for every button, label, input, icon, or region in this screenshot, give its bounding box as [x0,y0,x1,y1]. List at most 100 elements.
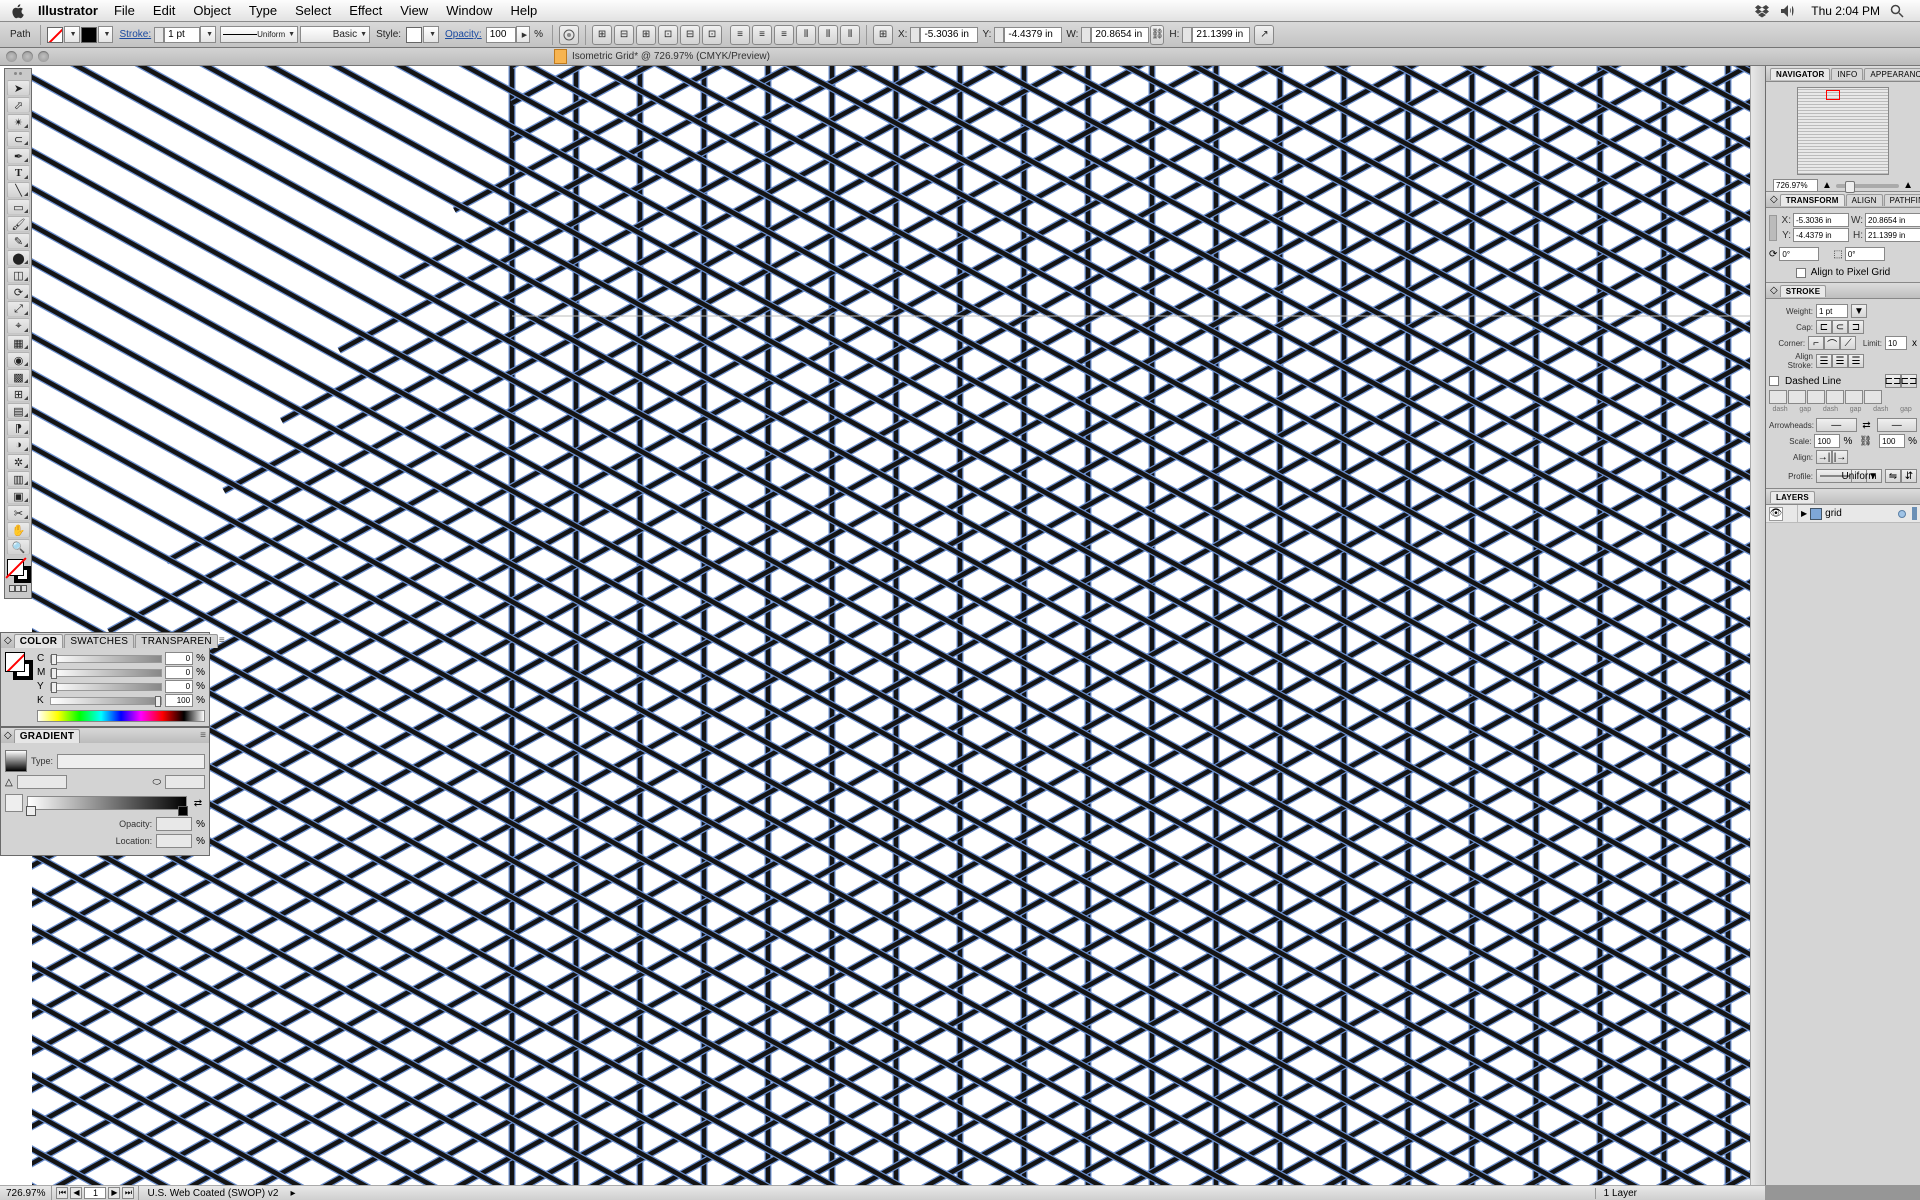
cyan-slider[interactable] [50,655,162,663]
fill-stroke-control[interactable] [7,559,31,583]
gradient-preview-swatch[interactable] [5,750,27,772]
window-minimize-button[interactable] [22,51,33,62]
h-stepper[interactable] [1182,27,1192,43]
cap-butt-button[interactable]: ⊏ [1816,320,1832,334]
menu-edit[interactable]: Edit [153,3,175,18]
stroke-weight-input[interactable] [164,27,200,43]
align-vcenter-button[interactable]: ⊟ [680,25,700,45]
distribute-hcenter-button[interactable]: ⦀ [818,25,838,45]
gradient-panel-menu-icon[interactable]: ≡ [200,730,206,741]
selection-tool[interactable]: ➤ [7,80,30,96]
zoom-level-display[interactable]: 726.97% [0,1186,52,1200]
vertical-scrollbar[interactable] [1750,66,1765,1185]
cap-projecting-button[interactable]: ⊐ [1848,320,1864,334]
distribute-top-button[interactable]: ≡ [730,25,750,45]
tab-align[interactable]: ALIGN [1846,194,1883,206]
layer-name[interactable]: grid [1825,508,1842,519]
gap-2-input[interactable] [1826,390,1844,404]
dash-2-input[interactable] [1807,390,1825,404]
shear-input[interactable] [1845,247,1885,261]
hand-tool[interactable]: ✋ [7,522,30,538]
magic-wand-tool[interactable]: ✴ [7,114,30,130]
black-input[interactable] [165,694,193,707]
menubar-clock[interactable]: Thu 2:04 PM [1811,4,1880,18]
last-artboard-button[interactable]: ⏭ [122,1187,134,1199]
menu-view[interactable]: View [400,3,428,18]
miter-limit-input[interactable] [1885,336,1907,350]
arrow-align-tip[interactable]: |→ [1832,450,1848,464]
canvas[interactable] [32,66,1750,1185]
type-tool[interactable]: T [7,165,30,181]
link-arrow-scale-button[interactable]: ⛓ [1859,436,1872,447]
stroke-dropdown[interactable]: ▼ [98,26,114,43]
transform-each-button[interactable]: ↗ [1254,25,1274,45]
zoom-tool[interactable]: 🔍 [7,539,30,555]
reverse-gradient-button[interactable]: ⇄ [191,798,205,809]
align-stroke-center[interactable]: ☰ [1816,354,1832,368]
style-dropdown[interactable]: ▼ [423,26,439,43]
stroke-weight-value[interactable] [1816,304,1848,318]
gradient-aspect-input[interactable] [165,775,205,789]
window-traffic-lights[interactable] [6,51,54,62]
navigator-zoom-in-icon[interactable]: ▲ [1903,180,1913,191]
tab-info[interactable]: INFO [1831,68,1863,80]
gradient-stop-fillstroke[interactable] [5,794,23,812]
layer-expand-toggle[interactable]: ▶ [1801,509,1807,518]
brush-profile-dropdown[interactable]: Basic▼ [300,26,370,43]
opacity-panel-link[interactable]: Opacity: [445,29,482,40]
align-stroke-inside[interactable]: ☰ [1832,354,1848,368]
menu-select[interactable]: Select [295,3,331,18]
distribute-left-button[interactable]: ⦀ [796,25,816,45]
align-pixel-grid-checkbox[interactable] [1796,268,1806,278]
layer-row[interactable]: 👁 ▶ grid [1766,505,1920,523]
gradient-tool[interactable]: ▤ [7,403,30,419]
transform-y-input[interactable] [1793,228,1849,242]
opacity-dropdown[interactable]: ▶ [516,26,530,43]
dash-3-input[interactable] [1845,390,1863,404]
rotate-tool[interactable]: ⟳ [7,284,30,300]
dash-preserve-button[interactable]: ⊏⊐ [1885,374,1901,388]
align-top-button[interactable]: ⊡ [658,25,678,45]
pen-tool[interactable]: ✒ [7,148,30,164]
tab-layers[interactable]: LAYERS [1770,491,1815,503]
arrowhead-start-dropdown[interactable]: — [1816,418,1857,432]
gap-1-input[interactable] [1788,390,1806,404]
align-left-button[interactable]: ⊞ [592,25,612,45]
color-profile-display[interactable]: U.S. Web Coated (SWOP) v2 [139,1188,286,1199]
cyan-input[interactable] [165,652,193,665]
eyedropper-tool[interactable]: ⁋ [7,420,30,436]
transform-w-input[interactable] [1865,213,1920,227]
stroke-weight-dropdown[interactable]: ▼ [200,26,216,43]
next-artboard-button[interactable]: ▶ [108,1187,120,1199]
toolbox-fill-swatch[interactable] [7,559,24,576]
mesh-tool[interactable]: ⊞ [7,386,30,402]
opacity-input[interactable] [486,27,516,43]
color-fill-stroke[interactable] [5,652,33,680]
w-input[interactable] [1091,27,1149,43]
layer-visibility-toggle[interactable]: 👁 [1769,507,1783,521]
join-bevel-button[interactable]: ⟋ [1840,336,1856,350]
stroke-swatch[interactable] [81,27,97,43]
fill-swatch[interactable] [47,27,63,43]
tab-gradient[interactable]: GRADIENT [14,729,81,743]
menu-help[interactable]: Help [510,3,537,18]
align-stroke-outside[interactable]: ☰ [1848,354,1864,368]
join-miter-button[interactable]: ⌐ [1808,336,1824,350]
tab-stroke[interactable]: STROKE [1780,285,1827,297]
tab-transparency[interactable]: TRANSPAREN [135,634,218,648]
gradient-ramp[interactable] [27,796,187,810]
magenta-input[interactable] [165,666,193,679]
stroke-panel-link[interactable]: Stroke: [119,29,151,40]
blend-tool[interactable]: ◑ [7,437,30,453]
tab-appearance[interactable]: APPEARANCE [1864,68,1920,80]
tab-navigator[interactable]: NAVIGATOR [1770,68,1830,80]
tab-color[interactable]: COLOR [14,634,64,648]
rectangle-tool[interactable]: ▭ [7,199,30,215]
constrain-proportions-button[interactable]: ⛓ [1150,25,1164,45]
brush-definition-dropdown[interactable]: Uniform▼ [220,26,298,43]
tab-transform[interactable]: TRANSFORM [1780,194,1845,206]
style-swatch[interactable] [406,27,422,43]
align-hcenter-button[interactable]: ⊟ [614,25,634,45]
fill-dropdown[interactable]: ▼ [64,26,80,43]
menu-window[interactable]: Window [446,3,492,18]
